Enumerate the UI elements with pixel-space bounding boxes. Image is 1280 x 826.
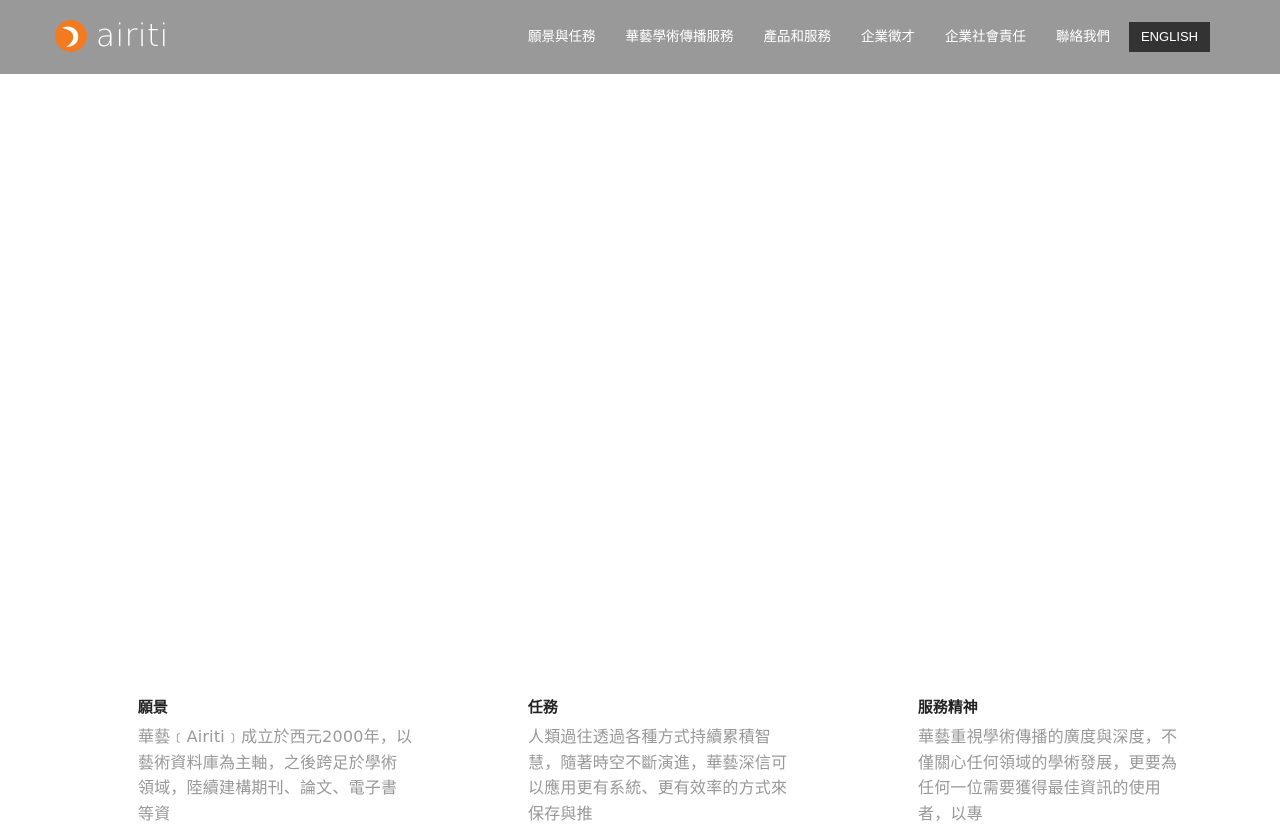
english-language-button[interactable]: ENGLISH	[1129, 22, 1210, 52]
service-spirit-text: 華藝重視學術傳播的廣度與深度，不僅關心任何領域的學術發展，更要為任何一位需要獲得…	[918, 727, 1178, 823]
mission-title: 任務	[528, 698, 559, 716]
nav-contact[interactable]: 聯絡我們	[1041, 0, 1125, 74]
vision-text: 華藝﹝Airiti﹞成立於西元2000年，以藝術資料庫為主軸，之後跨足於學術領域…	[138, 727, 413, 823]
mission-section: 任務 人類過往透過各種方式持續累積智慧，隨著時空不斷演進，華藝深信可以應用更有系…	[528, 696, 803, 826]
nav-csr[interactable]: 企業社會責任	[930, 0, 1041, 74]
nav-careers[interactable]: 企業徵才	[846, 0, 930, 74]
nav-products-services[interactable]: 產品和服務	[749, 0, 847, 74]
vision-section: 願景 華藝﹝Airiti﹞成立於西元2000年，以藝術資料庫為主軸，之後跨足於學…	[138, 696, 413, 826]
vision-title: 願景	[138, 698, 169, 716]
service-spirit-section: 服務精神 華藝重視學術傳播的廣度與深度，不僅關心任何領域的學術發展，更要為任何一…	[918, 696, 1193, 826]
mission-text: 人類過往透過各種方式持續累積智慧，隨著時空不斷演進，華藝深信可以應用更有系統、更…	[528, 727, 788, 823]
airiti-logo-icon	[55, 20, 87, 52]
site-header: airiti 願景與任務 華藝學術傳播服務 產品和服務 企業徵才 企業社會責任 …	[0, 0, 1280, 74]
main-nav: 願景與任務 華藝學術傳播服務 產品和服務 企業徵才 企業社會責任 聯絡我們	[513, 0, 1125, 74]
airiti-logo[interactable]: airiti	[54, 18, 169, 54]
nav-academic-services[interactable]: 華藝學術傳播服務	[611, 0, 749, 74]
logo-text: airiti	[96, 18, 169, 54]
service-spirit-title: 服務精神	[918, 698, 979, 716]
nav-vision-mission[interactable]: 願景與任務	[513, 0, 611, 74]
hero-banner	[0, 74, 1280, 674]
